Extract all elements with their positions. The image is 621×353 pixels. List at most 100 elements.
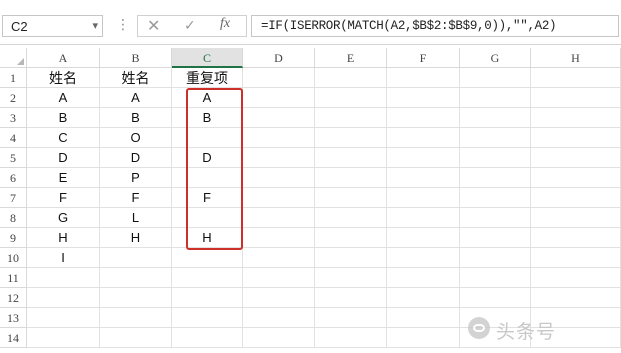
cell-d14[interactable] — [243, 328, 315, 348]
cell-c6[interactable] — [172, 168, 243, 188]
cell-d5[interactable] — [243, 148, 315, 168]
column-header-f[interactable]: F — [387, 48, 460, 68]
cell-a13[interactable] — [27, 308, 100, 328]
cell-h3[interactable] — [531, 108, 621, 128]
cell-g7[interactable] — [460, 188, 531, 208]
cell-h10[interactable] — [531, 248, 621, 268]
cell-g12[interactable] — [460, 288, 531, 308]
cell-g9[interactable] — [460, 228, 531, 248]
column-header-b[interactable]: B — [100, 48, 172, 68]
cell-a14[interactable] — [27, 328, 100, 348]
cell-f7[interactable] — [387, 188, 460, 208]
row-header-9[interactable]: 9 — [0, 228, 27, 248]
row-header-3[interactable]: 3 — [0, 108, 27, 128]
close-icon[interactable]: ✕ — [147, 16, 160, 36]
cell-d7[interactable] — [243, 188, 315, 208]
cell-c3[interactable]: B — [172, 108, 243, 128]
cell-f13[interactable] — [387, 308, 460, 328]
cell-e1[interactable] — [315, 68, 387, 88]
column-header-c[interactable]: C — [172, 48, 243, 68]
row-header-2[interactable]: 2 — [0, 88, 27, 108]
cell-b3[interactable]: B — [100, 108, 172, 128]
cell-f14[interactable] — [387, 328, 460, 348]
cell-c14[interactable] — [172, 328, 243, 348]
row-header-6[interactable]: 6 — [0, 168, 27, 188]
cell-d1[interactable] — [243, 68, 315, 88]
row-header-10[interactable]: 10 — [0, 248, 27, 268]
cell-a12[interactable] — [27, 288, 100, 308]
cell-b7[interactable]: F — [100, 188, 172, 208]
cell-a10[interactable]: I — [27, 248, 100, 268]
cell-d10[interactable] — [243, 248, 315, 268]
cell-g10[interactable] — [460, 248, 531, 268]
cell-h9[interactable] — [531, 228, 621, 248]
cell-c13[interactable] — [172, 308, 243, 328]
cell-a8[interactable]: G — [27, 208, 100, 228]
cell-g5[interactable] — [460, 148, 531, 168]
cell-a9[interactable]: H — [27, 228, 100, 248]
cell-g1[interactable] — [460, 68, 531, 88]
cell-b13[interactable] — [100, 308, 172, 328]
select-all-button[interactable] — [0, 48, 27, 68]
cell-c11[interactable] — [172, 268, 243, 288]
chevron-down-icon[interactable]: ▾ — [92, 19, 98, 32]
cell-c9[interactable]: H — [172, 228, 243, 248]
cell-b4[interactable]: O — [100, 128, 172, 148]
column-header-g[interactable]: G — [460, 48, 531, 68]
cell-h2[interactable] — [531, 88, 621, 108]
cell-c12[interactable] — [172, 288, 243, 308]
cell-a5[interactable]: D — [27, 148, 100, 168]
row-header-8[interactable]: 8 — [0, 208, 27, 228]
cell-h5[interactable] — [531, 148, 621, 168]
cell-f3[interactable] — [387, 108, 460, 128]
cell-f12[interactable] — [387, 288, 460, 308]
row-header-11[interactable]: 11 — [0, 268, 27, 288]
cell-c1[interactable]: 重复项 — [172, 68, 243, 88]
row-header-12[interactable]: 12 — [0, 288, 27, 308]
check-icon[interactable]: ✓ — [184, 17, 196, 34]
cell-b10[interactable] — [100, 248, 172, 268]
row-header-13[interactable]: 13 — [0, 308, 27, 328]
cell-f5[interactable] — [387, 148, 460, 168]
column-header-h[interactable]: H — [531, 48, 621, 68]
cell-f1[interactable] — [387, 68, 460, 88]
row-header-1[interactable]: 1 — [0, 68, 27, 88]
cell-d8[interactable] — [243, 208, 315, 228]
cell-f6[interactable] — [387, 168, 460, 188]
cell-g8[interactable] — [460, 208, 531, 228]
cell-b12[interactable] — [100, 288, 172, 308]
cell-d3[interactable] — [243, 108, 315, 128]
cell-e14[interactable] — [315, 328, 387, 348]
cell-f9[interactable] — [387, 228, 460, 248]
row-header-7[interactable]: 7 — [0, 188, 27, 208]
cell-e2[interactable] — [315, 88, 387, 108]
cell-d6[interactable] — [243, 168, 315, 188]
cell-b14[interactable] — [100, 328, 172, 348]
cell-b5[interactable]: D — [100, 148, 172, 168]
cell-f4[interactable] — [387, 128, 460, 148]
cell-a3[interactable]: B — [27, 108, 100, 128]
cell-a2[interactable]: A — [27, 88, 100, 108]
cell-e9[interactable] — [315, 228, 387, 248]
cell-h11[interactable] — [531, 268, 621, 288]
cell-e5[interactable] — [315, 148, 387, 168]
cell-b2[interactable]: A — [100, 88, 172, 108]
name-box[interactable]: C2 ▾ — [2, 15, 103, 37]
row-header-4[interactable]: 4 — [0, 128, 27, 148]
function-icon[interactable]: fx — [220, 16, 230, 32]
cell-e6[interactable] — [315, 168, 387, 188]
cell-g3[interactable] — [460, 108, 531, 128]
cell-h8[interactable] — [531, 208, 621, 228]
row-header-5[interactable]: 5 — [0, 148, 27, 168]
cell-e11[interactable] — [315, 268, 387, 288]
cell-e8[interactable] — [315, 208, 387, 228]
cell-c2[interactable]: A — [172, 88, 243, 108]
cell-g2[interactable] — [460, 88, 531, 108]
cell-f10[interactable] — [387, 248, 460, 268]
cell-f2[interactable] — [387, 88, 460, 108]
cell-c7[interactable]: F — [172, 188, 243, 208]
cell-c4[interactable] — [172, 128, 243, 148]
cell-h1[interactable] — [531, 68, 621, 88]
cell-e13[interactable] — [315, 308, 387, 328]
cell-e3[interactable] — [315, 108, 387, 128]
